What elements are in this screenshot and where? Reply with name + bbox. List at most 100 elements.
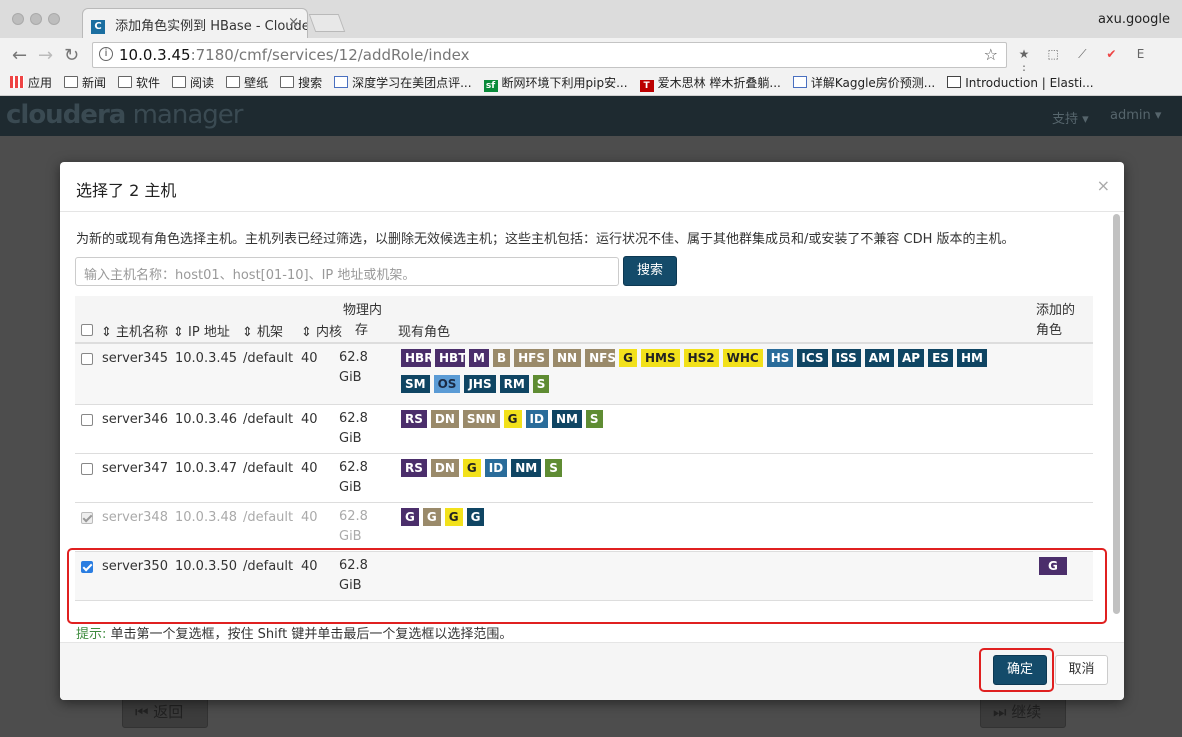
bookmark-item[interactable]: 搜索 xyxy=(280,72,322,94)
host-checkbox[interactable] xyxy=(81,353,93,365)
role-badge[interactable]: B xyxy=(492,349,511,367)
role-badge[interactable]: G xyxy=(422,508,441,526)
select-all-checkbox[interactable] xyxy=(81,324,93,336)
role-badge[interactable]: AP xyxy=(898,349,925,367)
role-badge[interactable]: S xyxy=(585,410,603,428)
chart-icon xyxy=(792,76,807,88)
profile-name[interactable]: axu.google xyxy=(1098,12,1170,27)
col-cores-label: 内核 xyxy=(316,325,343,340)
role-badge[interactable]: NN xyxy=(553,349,582,367)
col-memory[interactable]: 物理内存 xyxy=(343,301,382,341)
role-badge[interactable]: RS xyxy=(401,410,427,428)
dialog-close-icon[interactable]: × xyxy=(1097,176,1110,195)
tab-close-icon[interactable]: × xyxy=(288,15,299,30)
host-memory-unit: GiB xyxy=(339,431,362,446)
table-row[interactable]: server346 10.0.3.46/default 40 62.8 GiB RS DN S… xyxy=(75,405,1093,454)
role-badge[interactable]: G xyxy=(466,508,485,526)
role-badge[interactable]: ID xyxy=(525,410,548,428)
bookmark-item[interactable]: 壁纸 xyxy=(226,72,268,94)
col-added-roles-label-b: 角色 xyxy=(1036,323,1063,338)
table-row[interactable]: server34510.0.3.45/default4062.8GiBHBREH… xyxy=(75,344,1093,405)
role-badge[interactable]: NFSG xyxy=(585,349,616,367)
bookmark-item[interactable]: T 爱木思林 榉木折叠躺... xyxy=(639,72,781,94)
role-badge[interactable]: HMS xyxy=(640,349,680,367)
bookmark-item[interactable]: 阅读 xyxy=(172,72,214,94)
role-badge[interactable]: M xyxy=(469,349,489,367)
role-badge[interactable]: G xyxy=(462,459,481,477)
role-badge[interactable]: HBTS xyxy=(435,349,465,367)
role-badge[interactable]: JHS xyxy=(464,375,496,393)
role-badge[interactable]: RM xyxy=(499,375,529,393)
col-ip[interactable]: ⇕ IP 地址 xyxy=(173,321,230,340)
role-badge[interactable]: G xyxy=(444,508,463,526)
bookmark-item[interactable]: Introduction | Elasti... xyxy=(947,72,1094,94)
bookmark-item[interactable]: 详解Kaggle房价预测... xyxy=(792,72,935,94)
host-checkbox[interactable] xyxy=(81,463,93,475)
extension-check-icon[interactable]: ✔ xyxy=(1103,46,1119,62)
window-controls[interactable] xyxy=(12,13,66,29)
role-badge[interactable]: G xyxy=(503,410,522,428)
address-bar[interactable]: i 10.0.3.45:7180/cmf/services/12/addRole… xyxy=(92,42,1007,68)
bookmark-item[interactable]: 新闻 xyxy=(64,72,106,94)
col-ip-label: IP 地址 xyxy=(188,325,230,340)
cancel-button[interactable]: 取消 xyxy=(1055,655,1108,685)
bookmark-star-icon[interactable]: ☆ xyxy=(984,45,998,64)
admin-menu[interactable]: admin ▾ xyxy=(1110,108,1161,123)
role-badge[interactable]: HBRE xyxy=(401,349,431,367)
back-arrow-icon[interactable]: ← xyxy=(12,45,27,66)
host-rack: /default xyxy=(243,461,294,476)
host-search-input[interactable]: 输入主机名称：host01、host[01-10]、IP 地址或机架。 xyxy=(75,257,619,286)
role-badge[interactable]: OS xyxy=(433,375,461,393)
browser-tab[interactable]: C 添加角色实例到 HBase - Cloudera × xyxy=(82,8,308,38)
col-cores[interactable]: ⇕ 内核 xyxy=(301,321,342,340)
role-badge[interactable]: ID xyxy=(484,459,508,477)
role-badge[interactable]: HS2 xyxy=(683,349,719,367)
table-row[interactable]: server347 10.0.3.47/default 40 62.8 GiB RS DN G… xyxy=(75,454,1093,503)
role-badge[interactable]: HS xyxy=(766,349,794,367)
role-badge[interactable]: ISS xyxy=(831,349,861,367)
role-badge[interactable]: DN xyxy=(430,459,459,477)
bookmark-item[interactable]: 深度学习在美团点评... xyxy=(334,72,472,94)
forward-arrow-icon[interactable]: → xyxy=(38,45,53,66)
host-checkbox xyxy=(81,512,93,524)
app-header: cloudera manager 支持 ▾ admin ▾ xyxy=(0,96,1182,136)
cloudera-manager-logo[interactable]: cloudera manager xyxy=(6,100,243,130)
role-badge[interactable]: S xyxy=(532,375,550,393)
role-badge[interactable]: HM xyxy=(956,349,987,367)
role-badge[interactable]: ES xyxy=(928,349,953,367)
extension-e-icon[interactable]: E xyxy=(1133,46,1149,62)
table-row[interactable]: server348 10.0.3.48/default 40 62.8 GiB G G G G xyxy=(75,503,1093,552)
role-badge[interactable]: G xyxy=(401,508,419,526)
bookmark-item[interactable]: 应用 xyxy=(10,72,52,94)
role-badge[interactable]: RS xyxy=(401,459,427,477)
role-badge[interactable]: DN xyxy=(430,410,459,428)
role-badge[interactable]: ICS xyxy=(797,349,828,367)
extension-capture-icon[interactable]: ⬚ xyxy=(1045,46,1061,62)
host-cores: 40 xyxy=(301,351,318,366)
info-icon[interactable]: i xyxy=(99,47,113,61)
role-badge[interactable]: S xyxy=(545,459,562,477)
col-hostname[interactable]: ⇕ 主机名称 xyxy=(101,321,168,340)
scrollbar-thumb[interactable] xyxy=(1113,214,1120,614)
extension-chart-icon[interactable]: ⟋ xyxy=(1074,46,1090,62)
col-rack[interactable]: ⇕ 机架 xyxy=(242,321,283,340)
search-button[interactable]: 搜索 xyxy=(623,256,677,286)
extension-star-icon[interactable]: ★ xyxy=(1016,46,1032,62)
role-badge[interactable]: SNN xyxy=(462,410,500,428)
role-badge[interactable]: SM xyxy=(401,375,430,393)
new-tab-button[interactable] xyxy=(308,14,346,32)
role-badge[interactable]: AM xyxy=(864,349,895,367)
col-memory-label-a: 物理内 xyxy=(343,303,383,318)
role-badge[interactable]: WHC xyxy=(722,349,763,367)
host-checkbox[interactable] xyxy=(81,414,93,426)
bookmark-label: 新闻 xyxy=(82,76,107,90)
bookmark-item[interactable]: sf 断网环境下利用pip安... xyxy=(483,72,628,94)
role-badge[interactable]: NM xyxy=(511,459,542,477)
dialog-scrollbar[interactable] xyxy=(1111,214,1121,640)
bookmark-item[interactable]: 软件 xyxy=(118,72,160,94)
support-menu[interactable]: 支持 ▾ xyxy=(1052,108,1089,127)
reload-icon[interactable]: ↻ xyxy=(64,45,79,66)
role-badge[interactable]: G xyxy=(619,349,637,367)
role-badge[interactable]: HFS xyxy=(514,349,549,367)
role-badge[interactable]: NM xyxy=(551,410,582,428)
